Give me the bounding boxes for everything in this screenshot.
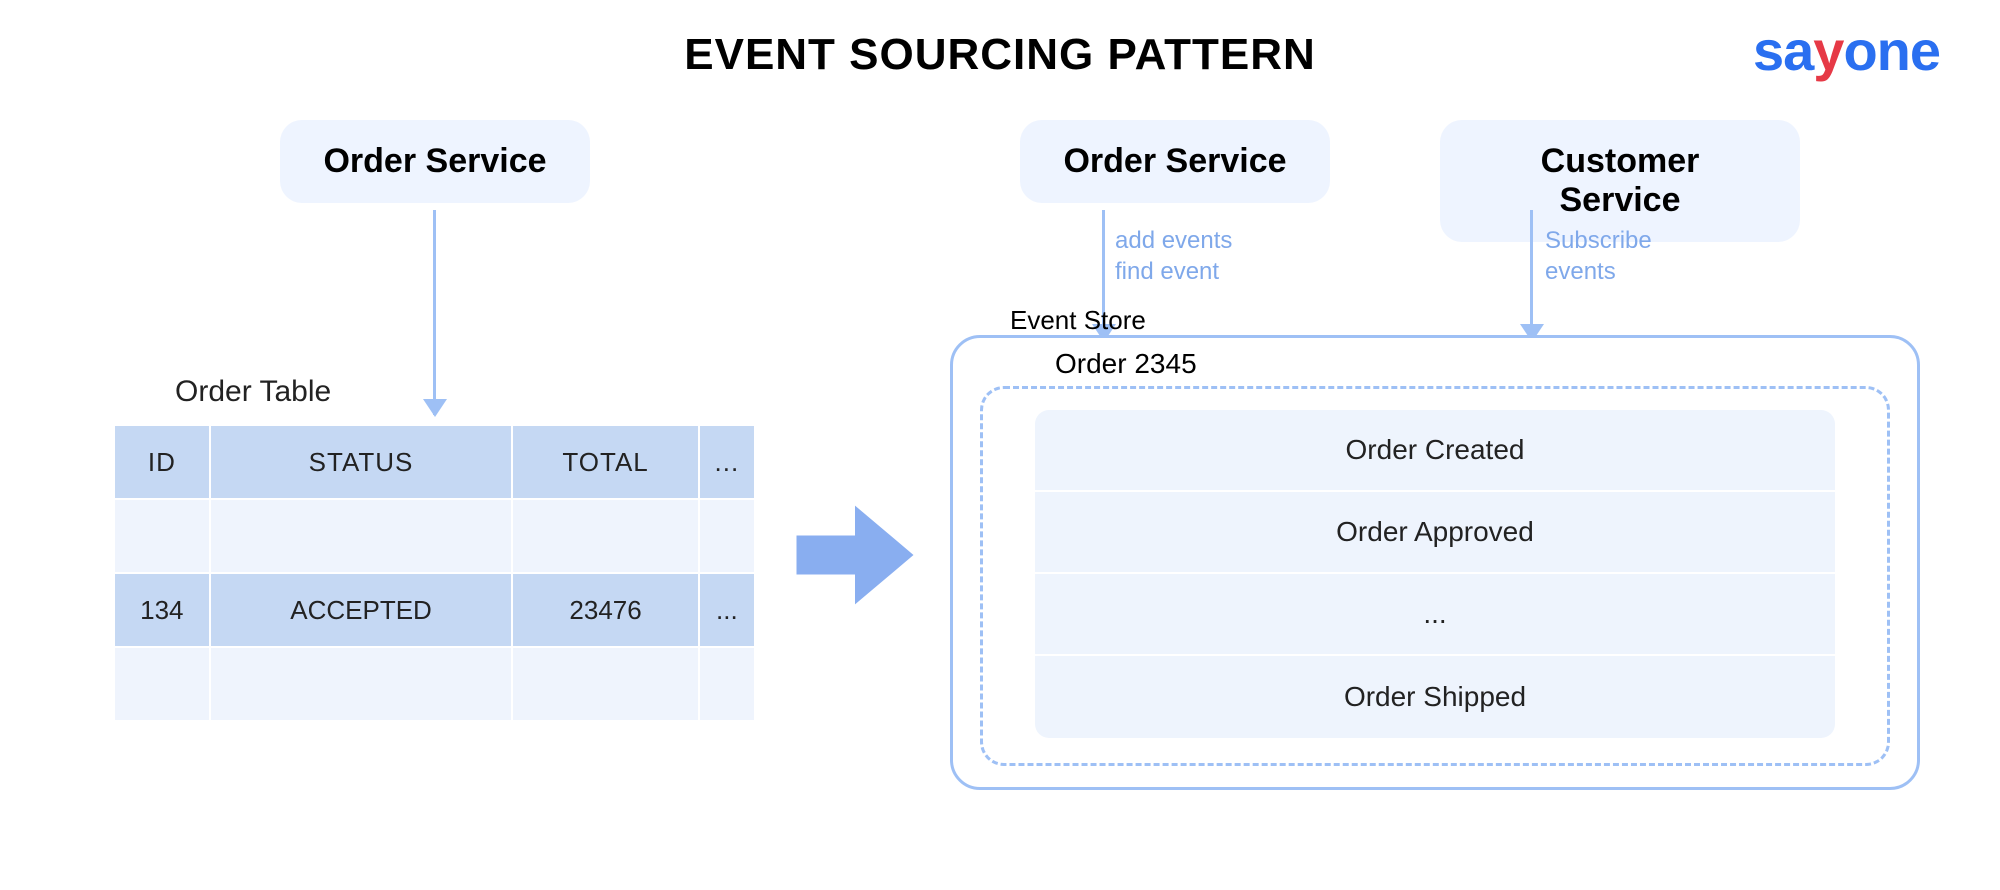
arrow-down-icon xyxy=(1530,210,1533,340)
customer-service-box: Customer Service xyxy=(1440,120,1800,242)
event-store-label: Event Store xyxy=(1010,305,1146,336)
table-header: TOTAL xyxy=(512,425,698,499)
event-list: Order Created Order Approved ... Order S… xyxy=(1035,410,1835,738)
diagram-title: EVENT SOURCING PATTERN xyxy=(684,30,1316,80)
order-table-label: Order Table xyxy=(175,375,331,409)
table-row xyxy=(114,647,755,721)
event-store-order-label: Order 2345 xyxy=(1055,348,1197,380)
event-item: Order Shipped xyxy=(1035,656,1835,738)
event-item: Order Created xyxy=(1035,410,1835,492)
logo-accent: y xyxy=(1813,19,1843,82)
table-header: ID xyxy=(114,425,210,499)
arrow-label-add-find: add eventsfind event xyxy=(1115,225,1232,287)
logo-prefix: sa xyxy=(1753,19,1813,82)
brand-logo: sayone xyxy=(1753,18,1940,83)
table-row: 134 ACCEPTED 23476 ... xyxy=(114,573,755,647)
order-service-box-right: Order Service xyxy=(1020,120,1330,203)
arrow-label-subscribe: Subscribeevents xyxy=(1545,225,1652,287)
arrow-down-icon xyxy=(433,210,436,415)
order-table: ID STATUS TOTAL ... 134 ACCEPTED 23476 .… xyxy=(113,424,756,722)
event-item: Order Approved xyxy=(1035,492,1835,574)
order-service-box-left: Order Service xyxy=(280,120,590,203)
arrow-right-icon xyxy=(790,490,920,625)
table-header: STATUS xyxy=(210,425,513,499)
event-item: ... xyxy=(1035,574,1835,656)
table-row xyxy=(114,499,755,573)
logo-suffix: one xyxy=(1843,19,1940,82)
table-header: ... xyxy=(699,425,755,499)
